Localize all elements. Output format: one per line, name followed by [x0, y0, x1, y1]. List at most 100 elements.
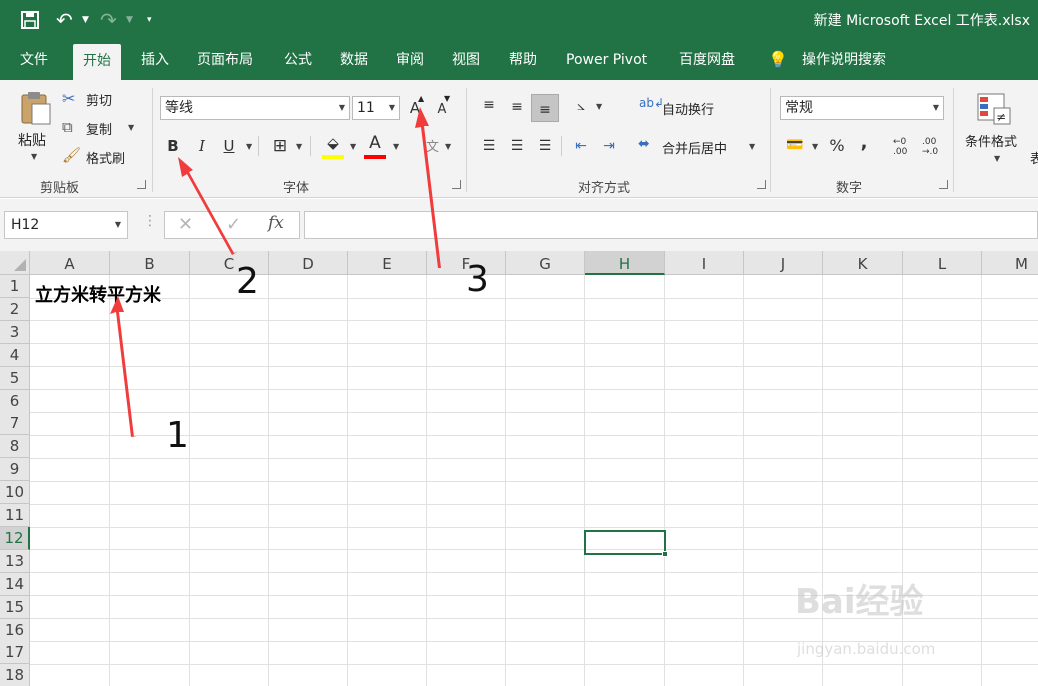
align-left-icon[interactable]: ☰ [478, 135, 500, 157]
wrap-text-button[interactable]: 自动换行 [662, 99, 714, 118]
phonetic-dropdown-icon[interactable]: ▼ [445, 142, 451, 151]
phonetic-icon[interactable]: 文 [426, 136, 439, 155]
currency-icon[interactable]: 💳 [784, 134, 806, 156]
font-size-combo[interactable]: 11 ▼ [352, 96, 400, 120]
align-bottom-icon[interactable]: ≡ [531, 94, 559, 122]
row-header-6[interactable]: 6 [0, 389, 30, 413]
column-header-l[interactable]: L [903, 251, 982, 275]
font-name-combo[interactable]: 等线 ▼ [160, 96, 350, 120]
tab-file[interactable]: 文件 [20, 40, 48, 80]
undo-dropdown-icon[interactable]: ▼ [82, 9, 89, 31]
row-header-2[interactable]: 2 [0, 297, 30, 321]
selected-cell[interactable] [584, 530, 668, 557]
copy-dropdown-icon[interactable]: ▼ [128, 123, 134, 132]
column-header-g[interactable]: G [506, 251, 585, 275]
decrease-decimal-icon[interactable]: .00 →.0 [922, 137, 938, 157]
row-header-4[interactable]: 4 [0, 343, 30, 367]
bold-button[interactable]: B [162, 135, 184, 157]
increase-indent-icon[interactable]: ⇥ [598, 135, 620, 157]
tab-formulas[interactable]: 公式 [284, 40, 312, 80]
currency-dropdown-icon[interactable]: ▼ [812, 142, 818, 151]
borders-dropdown-icon[interactable]: ▼ [296, 142, 302, 151]
row-header-15[interactable]: 15 [0, 595, 30, 619]
align-middle-icon[interactable]: ≡ [506, 96, 528, 118]
column-header-j[interactable]: J [744, 251, 823, 275]
tab-view[interactable]: 视图 [452, 40, 480, 80]
redo-dropdown-icon[interactable]: ▼ [126, 9, 133, 31]
underline-button[interactable]: U [218, 135, 240, 157]
font-color-dropdown-icon[interactable]: ▼ [393, 142, 399, 151]
align-center-icon[interactable]: ☰ [506, 135, 528, 157]
number-format-combo[interactable]: 常规 ▼ [780, 96, 944, 120]
font-launcher-icon[interactable] [452, 180, 461, 189]
name-box[interactable]: H12 ▼ [4, 211, 128, 239]
cut-button[interactable]: 剪切 [86, 90, 112, 109]
merge-center-button[interactable]: 合并后居中 [662, 138, 727, 157]
tab-help[interactable]: 帮助 [509, 40, 537, 80]
row-header-17[interactable]: 17 [0, 641, 30, 665]
column-header-d[interactable]: D [269, 251, 348, 275]
more-icon[interactable]: ⋮ [143, 213, 157, 229]
comma-button[interactable]: , [853, 132, 875, 154]
column-header-b[interactable]: B [110, 251, 190, 275]
row-header-14[interactable]: 14 [0, 572, 30, 596]
merge-center-dropdown-icon[interactable]: ▼ [749, 142, 755, 151]
align-top-icon[interactable]: ≡ [478, 94, 500, 116]
row-header-9[interactable]: 9 [0, 458, 30, 482]
row-header-3[interactable]: 3 [0, 320, 30, 344]
fill-color-dropdown-icon[interactable]: ▼ [350, 142, 356, 151]
format-painter-button[interactable]: 格式刷 [86, 148, 125, 167]
copy-button[interactable]: 复制 [86, 119, 112, 138]
align-right-icon[interactable]: ☰ [534, 135, 556, 157]
redo-icon[interactable]: ↷ [100, 9, 117, 31]
increase-decimal-icon[interactable]: ←0.00 [893, 137, 907, 157]
column-header-m[interactable]: M [982, 251, 1038, 275]
save-icon[interactable] [20, 10, 40, 30]
enter-icon[interactable]: ✓ [226, 214, 241, 235]
row-header-16[interactable]: 16 [0, 618, 30, 642]
fill-color-icon[interactable]: ⬙ [322, 132, 344, 154]
insert-function-button[interactable]: fx [268, 213, 284, 233]
paste-dropdown-icon[interactable]: ▼ [31, 152, 37, 161]
column-header-a[interactable]: A [30, 251, 110, 275]
tab-data[interactable]: 数据 [340, 40, 368, 80]
orientation-dropdown-icon[interactable]: ▼ [596, 102, 602, 111]
borders-icon[interactable]: ⊞ [269, 135, 291, 157]
row-header-5[interactable]: 5 [0, 366, 30, 390]
row-header-13[interactable]: 13 [0, 549, 30, 573]
tab-review[interactable]: 审阅 [396, 40, 424, 80]
conditional-format-dropdown-icon[interactable]: ▼ [994, 154, 1000, 163]
undo-icon[interactable]: ↶ [56, 9, 73, 31]
decrease-indent-icon[interactable]: ⇤ [570, 135, 592, 157]
fill-handle[interactable] [662, 551, 668, 557]
orientation-icon[interactable]: ⦣ [570, 95, 592, 117]
cancel-icon[interactable]: ✕ [178, 214, 193, 235]
formula-input[interactable] [304, 211, 1038, 239]
column-header-h[interactable]: H [585, 251, 665, 275]
customize-quick-access-icon[interactable]: ▾ [147, 9, 152, 31]
paste-icon[interactable] [18, 90, 52, 126]
conditional-format-button[interactable]: 条件格式 [965, 131, 1017, 150]
tab-power-pivot[interactable]: Power Pivot [566, 40, 647, 80]
column-header-k[interactable]: K [823, 251, 903, 275]
column-header-i[interactable]: I [665, 251, 744, 275]
cell-a1[interactable]: 立方米转平方米 [35, 281, 161, 307]
tab-page-layout[interactable]: 页面布局 [197, 40, 253, 80]
font-color-button[interactable]: A [364, 132, 386, 154]
row-header-11[interactable]: 11 [0, 504, 30, 527]
tab-insert[interactable]: 插入 [141, 40, 169, 80]
tab-baidu-netdisk[interactable]: 百度网盘 [679, 40, 735, 80]
tell-me-search[interactable]: 操作说明搜索 [802, 40, 886, 80]
row-header-1[interactable]: 1 [0, 275, 30, 298]
underline-dropdown-icon[interactable]: ▼ [246, 142, 252, 151]
alignment-launcher-icon[interactable] [757, 180, 766, 189]
italic-button[interactable]: I [191, 135, 213, 157]
row-header-10[interactable]: 10 [0, 481, 30, 505]
paste-button[interactable]: 粘贴 [18, 130, 46, 150]
row-header-18[interactable]: 18 [0, 664, 30, 686]
clipboard-launcher-icon[interactable] [137, 180, 146, 189]
percent-button[interactable]: % [826, 135, 848, 157]
row-header-12[interactable]: 12 [0, 526, 30, 550]
column-header-e[interactable]: E [348, 251, 427, 275]
select-all-button[interactable] [0, 251, 30, 275]
